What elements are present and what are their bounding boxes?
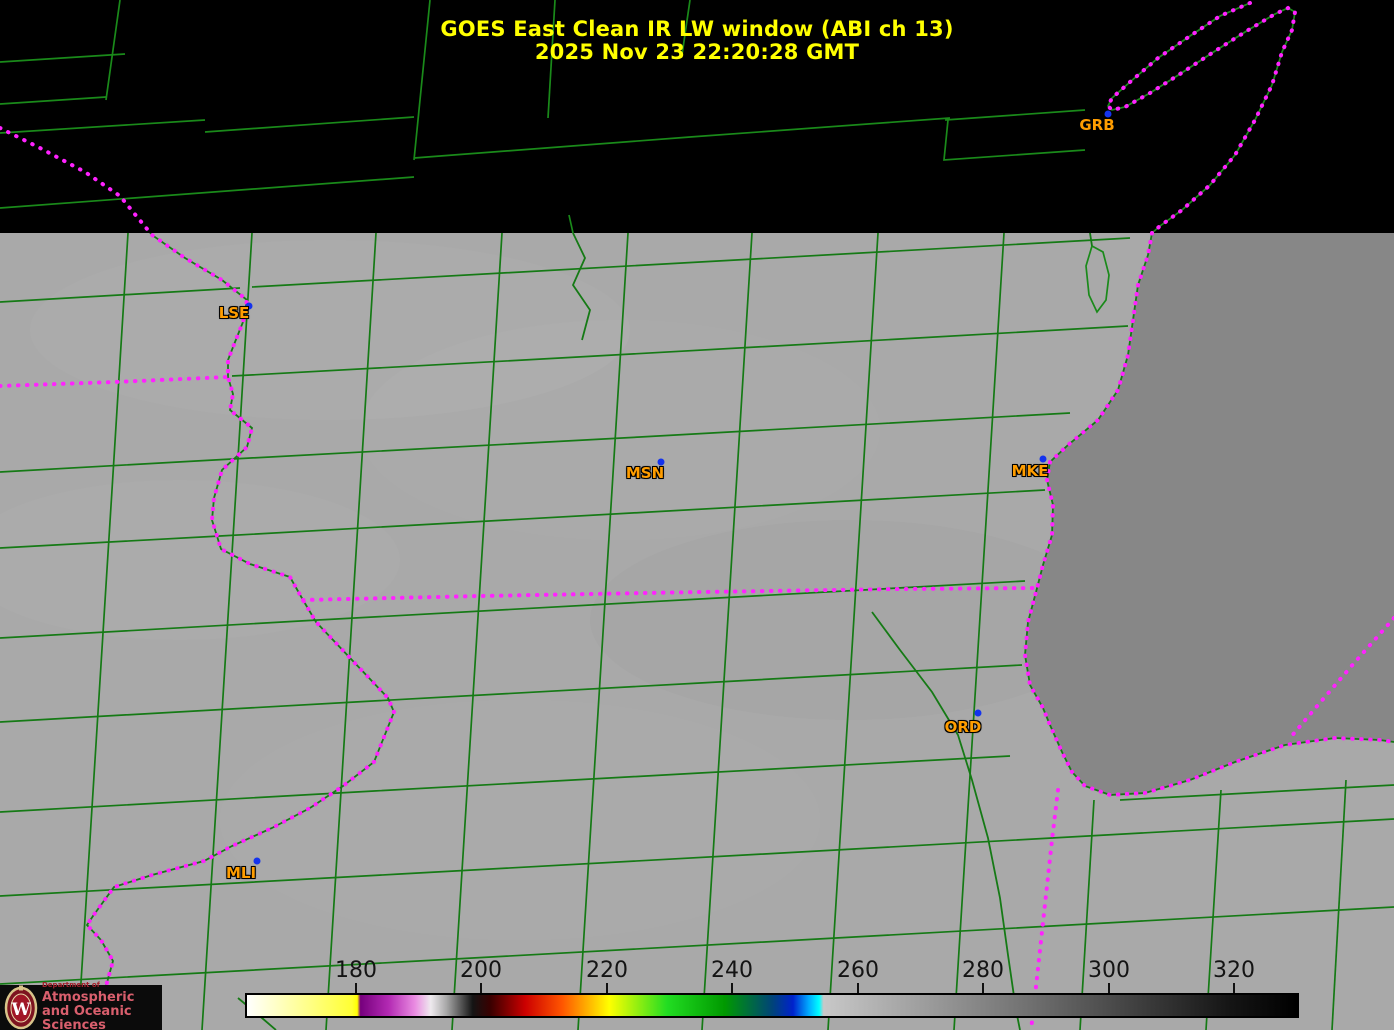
- logo-dept-line: Department of: [42, 982, 162, 989]
- station-label-lse: LSE: [219, 304, 250, 322]
- station-label-msn: MSN: [626, 464, 664, 482]
- colorbar-tick-200: [480, 983, 482, 993]
- colorbar-label-240: 240: [711, 958, 753, 983]
- logo-line-1: Atmospheric: [42, 991, 162, 1005]
- colorbar-label-220: 220: [586, 958, 628, 983]
- colorbar-label-280: 280: [962, 958, 1004, 983]
- colorbar-tick-320: [1233, 983, 1235, 993]
- image-title: GOES East Clean IR LW window (ABI ch 13)…: [0, 18, 1394, 64]
- station-dot-ord: [975, 710, 982, 717]
- station-label-grb: GRB: [1079, 116, 1114, 134]
- colorbar-tick-240: [731, 983, 733, 993]
- logo-line-2: and Oceanic Sciences: [42, 1005, 162, 1030]
- colorbar-label-320: 320: [1213, 958, 1255, 983]
- crest-letter: W: [10, 1000, 31, 1020]
- colorbar-tick-300: [1108, 983, 1110, 993]
- map-svg: [0, 0, 1394, 1030]
- uw-crest: W: [0, 985, 40, 1030]
- temperature-colorbar: [245, 993, 1299, 1018]
- uw-logo-text: Department of Atmospheric and Oceanic Sc…: [42, 982, 162, 1030]
- title-line-2: 2025 Nov 23 22:20:28 GMT: [0, 41, 1394, 64]
- station-label-mke: MKE: [1012, 462, 1049, 480]
- colorbar-tick-280: [982, 983, 984, 993]
- colorbar-label-300: 300: [1088, 958, 1130, 983]
- colorbar-tick-180: [355, 983, 357, 993]
- colorbar-tick-260: [857, 983, 859, 993]
- colorbar-label-200: 200: [460, 958, 502, 983]
- station-label-ord: ORD: [945, 718, 982, 736]
- uw-aos-logo: W Department of Atmospheric and Oceanic …: [0, 985, 162, 1030]
- title-line-1: GOES East Clean IR LW window (ABI ch 13): [0, 18, 1394, 41]
- station-label-mli: MLI: [226, 864, 256, 882]
- colorbar-label-260: 260: [837, 958, 879, 983]
- colorbar-label-180: 180: [335, 958, 377, 983]
- satellite-image-viewport: GOES East Clean IR LW window (ABI ch 13)…: [0, 0, 1394, 1030]
- colorbar-tick-220: [606, 983, 608, 993]
